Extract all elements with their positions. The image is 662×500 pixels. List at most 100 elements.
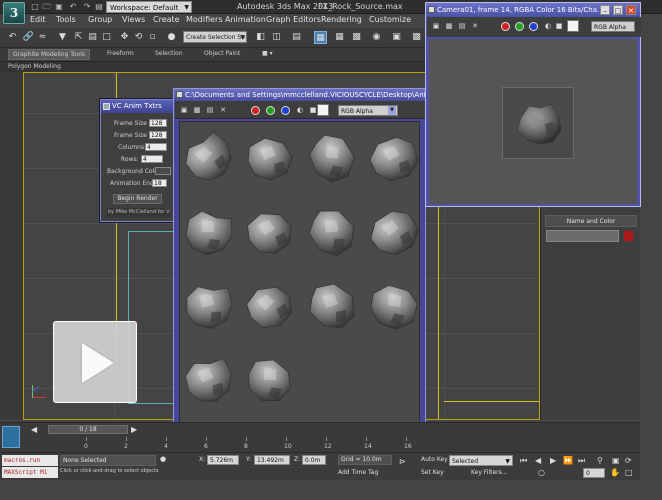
clone-window-icon[interactable]: ▩ — [444, 21, 454, 31]
monochrome-icon[interactable]: ■ — [554, 21, 564, 31]
rectangular-selection-icon[interactable]: □ — [100, 31, 113, 44]
key-mode-dropdown[interactable]: Selected ▼ — [449, 455, 513, 466]
align-icon[interactable]: ◫ — [270, 31, 283, 44]
render-frame-window-icon[interactable]: ▩ — [410, 31, 423, 44]
begin-render-button[interactable]: Begin Render — [113, 194, 162, 204]
menu-animation[interactable]: Animation — [225, 15, 266, 24]
set-key-button[interactable]: Set Key — [421, 469, 444, 476]
ribbon-options-icon[interactable]: ■ ▾ — [262, 50, 273, 57]
red-channel-toggle[interactable] — [501, 22, 510, 31]
redo-icon[interactable]: ↷ — [82, 2, 92, 12]
graphite-tools-icon[interactable]: ▦ — [314, 31, 327, 44]
minimize-button[interactable]: – — [600, 5, 610, 15]
key-icon[interactable]: ⊳ — [399, 457, 406, 466]
background-color-swatch[interactable] — [155, 167, 171, 175]
add-time-tag-button[interactable]: Add Time Tag — [338, 469, 378, 476]
red-channel-toggle[interactable] — [251, 106, 260, 115]
y-coordinate-field[interactable]: 13.492m — [254, 455, 290, 465]
snap-toggle-icon[interactable]: ● — [165, 31, 178, 44]
go-to-end-icon[interactable]: ⏭ — [578, 456, 585, 466]
menu-edit[interactable]: Edit — [30, 15, 46, 24]
orbit-icon[interactable]: ⟳ — [625, 456, 632, 465]
mirror-icon[interactable]: ◧ — [254, 31, 267, 44]
next-frame-icon[interactable]: ▶ — [131, 425, 137, 434]
application-menu-button[interactable]: 3 — [3, 2, 25, 24]
workspace-dropdown[interactable]: Workspace: Default ▼ — [106, 1, 192, 13]
schematic-view-icon[interactable]: ▩ — [350, 31, 363, 44]
tab-freeform[interactable]: Freeform — [107, 50, 134, 57]
window-title-bar[interactable]: C:\Documents and Settings\mmcclelland.VI… — [174, 89, 425, 101]
clone-window-icon[interactable]: ▩ — [192, 105, 202, 115]
rows-field[interactable]: 4 — [141, 155, 163, 163]
z-coordinate-field[interactable]: 0.0m — [302, 455, 326, 465]
clear-icon[interactable]: ✕ — [470, 21, 480, 31]
selection-filter-icon[interactable]: ▼ — [56, 31, 69, 44]
play-animation-icon[interactable]: ▶ — [550, 456, 556, 465]
green-channel-toggle[interactable] — [515, 22, 524, 31]
auto-key-button[interactable]: Auto Key — [421, 456, 448, 463]
select-move-icon[interactable]: ✥ — [118, 31, 131, 44]
previous-frame-icon[interactable]: ◀ — [31, 425, 37, 434]
maxscript-listener-line[interactable]: macros.run — [2, 455, 58, 466]
time-configuration-icon[interactable] — [2, 426, 20, 448]
project-folder-icon[interactable]: ▤ — [94, 2, 104, 12]
name-and-color-rollout[interactable]: Name and Color — [545, 215, 637, 227]
menu-create[interactable]: Create — [153, 15, 180, 24]
render-setup-icon[interactable]: ▣ — [390, 31, 403, 44]
layer-manager-icon[interactable]: ▤ — [290, 31, 303, 44]
current-frame-field[interactable]: 0 — [583, 468, 605, 478]
print-icon[interactable]: ▤ — [205, 105, 215, 115]
blue-channel-toggle[interactable] — [529, 22, 538, 31]
selection-set-dropdown[interactable]: Create Selection Se ▼ — [183, 31, 247, 43]
menu-tools[interactable]: Tools — [56, 15, 76, 24]
tab-graphite-modeling-tools[interactable]: Graphite Modeling Tools — [8, 49, 91, 60]
rendered-sprite-sheet[interactable] — [179, 121, 420, 429]
lock-selection-icon[interactable]: ● — [160, 455, 166, 463]
undo-icon[interactable]: ↶ — [6, 31, 19, 44]
frame-size-y-field[interactable]: 128 — [149, 131, 167, 139]
x-coordinate-field[interactable]: 5.726m — [207, 455, 239, 465]
undo-icon[interactable]: ↶ — [68, 2, 78, 12]
green-channel-toggle[interactable] — [266, 106, 275, 115]
maximize-viewport-icon[interactable]: □ — [625, 468, 633, 477]
swatch-box[interactable] — [317, 104, 329, 116]
select-rotate-icon[interactable]: ⟲ — [132, 31, 145, 44]
new-scene-icon[interactable]: □ — [30, 2, 40, 12]
alpha-channel-icon[interactable]: ◐ — [295, 105, 305, 115]
menu-group[interactable]: Group — [88, 15, 112, 24]
clear-icon[interactable]: ✕ — [218, 105, 228, 115]
object-name-field[interactable] — [546, 230, 619, 242]
maximize-button[interactable]: □ — [613, 5, 623, 15]
tab-object-paint[interactable]: Object Paint — [204, 50, 240, 57]
menu-rendering[interactable]: Rendering — [321, 15, 362, 24]
save-image-icon[interactable]: ▣ — [431, 21, 441, 31]
material-editor-icon[interactable]: ◉ — [370, 31, 383, 44]
window-title-bar[interactable]: VC Anim Txtrs — [101, 100, 174, 113]
tab-selection[interactable]: Selection — [155, 50, 183, 57]
columns-field[interactable]: 4 — [145, 143, 167, 151]
menu-views[interactable]: Views — [122, 15, 145, 24]
animation-end-field[interactable]: 18 — [152, 179, 167, 187]
curve-editor-icon[interactable]: ▦ — [333, 31, 346, 44]
select-by-name-icon[interactable]: ▤ — [86, 31, 99, 44]
object-color-swatch[interactable] — [623, 230, 634, 242]
save-image-icon[interactable]: ▣ — [179, 105, 189, 115]
zoom-icon[interactable]: ⚲ — [597, 456, 603, 465]
alpha-channel-icon[interactable]: ◐ — [543, 21, 553, 31]
menu-modifiers[interactable]: Modifiers — [186, 15, 223, 24]
key-mode-toggle-icon[interactable]: ○ — [538, 468, 545, 477]
display-channel-dropdown[interactable]: RGB Alpha ▼ — [338, 105, 398, 116]
pan-icon[interactable]: ✋ — [610, 468, 620, 477]
polygon-modeling-panel[interactable]: Polygon Modeling — [8, 63, 61, 70]
maxscript-mini-listener[interactable]: MAXScript Mi — [2, 467, 58, 478]
menu-customize[interactable]: Customize — [369, 15, 411, 24]
menu-graph-editors[interactable]: Graph Editors — [266, 15, 321, 24]
next-key-icon[interactable]: ⏩ — [563, 456, 573, 465]
video-play-button[interactable] — [53, 321, 137, 403]
select-scale-icon[interactable]: ▫ — [146, 31, 159, 44]
go-to-start-icon[interactable]: ⏮ — [520, 456, 527, 466]
close-button[interactable]: ✕ — [626, 5, 636, 15]
display-channel-dropdown[interactable]: RGB Alpha — [591, 21, 635, 32]
swatch-box[interactable] — [567, 20, 579, 32]
previous-key-icon[interactable]: ◀ — [535, 456, 541, 465]
